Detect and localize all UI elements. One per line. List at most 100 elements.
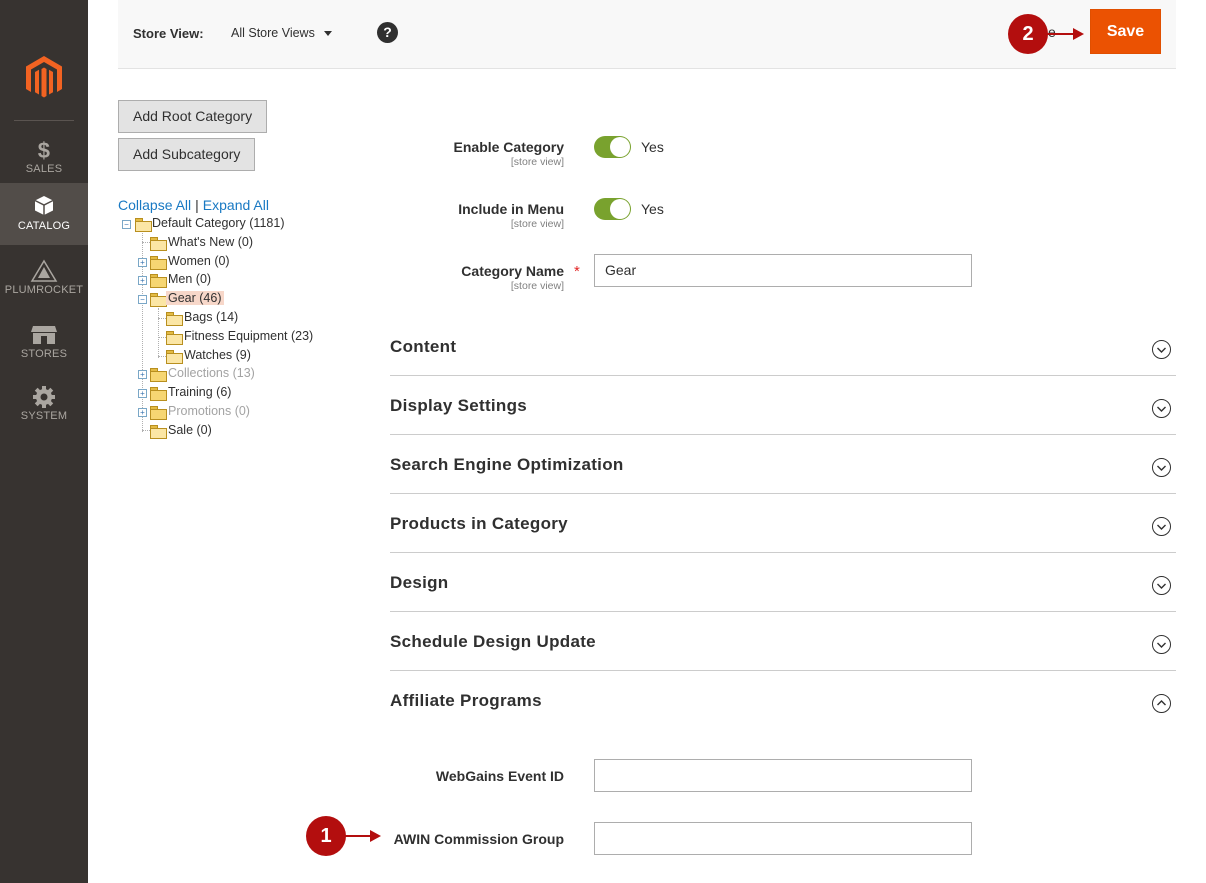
tree-item-label: Collections (13) [168, 366, 255, 380]
collapse-toggle-icon[interactable]: − [122, 220, 131, 229]
tree-item-label: Default Category (1181) [152, 216, 285, 230]
add-root-category-button[interactable]: Add Root Category [118, 100, 268, 133]
expand-toggle-icon[interactable]: + [138, 370, 147, 379]
admin-sidebar: $ SALES CATALOG PLUMROCKET STORES SYSTEM [0, 0, 88, 883]
tree-item-label: Training (6) [168, 385, 232, 399]
enable-category-toggle[interactable] [594, 136, 631, 158]
collapse-toggle-icon[interactable]: − [138, 295, 147, 304]
section-schedule-design-update[interactable]: Schedule Design Update [390, 612, 1176, 671]
tree-connector [158, 337, 166, 338]
sidebar-item-label: STORES [20, 348, 68, 360]
category-name-label: Category Name [461, 263, 564, 279]
section-products-in-category[interactable]: Products in Category [390, 494, 1176, 553]
sidebar-item-plumrocket[interactable]: PLUMROCKET [0, 247, 88, 309]
expand-all-link[interactable]: Expand All [203, 197, 269, 213]
section-design[interactable]: Design [390, 553, 1176, 612]
sidebar-item-catalog[interactable]: CATALOG [0, 183, 88, 245]
store-view-switcher[interactable]: All Store Views [231, 26, 315, 40]
scope-label: [store view] [510, 218, 564, 230]
expand-toggle-icon[interactable]: + [138, 258, 147, 267]
sidebar-item-system[interactable]: SYSTEM [0, 373, 88, 435]
scope-label: [store view] [510, 156, 564, 168]
webgains-event-id-input[interactable] [594, 759, 972, 792]
tree-item-label: Men (0) [168, 272, 212, 286]
section-title: Design [390, 573, 449, 592]
help-icon[interactable]: ? [377, 22, 398, 43]
chevron-down-icon[interactable] [1152, 340, 1171, 359]
folder-icon [150, 406, 167, 420]
callout-arrow-1 [345, 830, 381, 842]
plumrocket-icon [0, 257, 88, 283]
section-title: Schedule Design Update [390, 632, 596, 651]
expand-toggle-icon[interactable]: + [138, 276, 147, 285]
folder-icon [150, 274, 167, 288]
include-in-menu-toggle[interactable] [594, 198, 631, 220]
tree-item-label: What's New (0) [168, 235, 254, 249]
svg-text:$: $ [38, 138, 50, 162]
section-title: Search Engine Optimization [390, 455, 624, 474]
partially-hidden-text: e [1048, 24, 1056, 40]
tree-controls-separator: | [195, 197, 199, 213]
tree-connector [142, 242, 150, 243]
tree-item-label: Women (0) [168, 254, 230, 268]
chevron-down-icon[interactable] [1152, 517, 1171, 536]
section-seo[interactable]: Search Engine Optimization [390, 435, 1176, 494]
sidebar-item-stores[interactable]: STORES [0, 311, 88, 373]
folder-open-icon [166, 312, 183, 326]
folder-icon [150, 256, 167, 270]
tree-item-label: Fitness Equipment (23) [184, 329, 314, 343]
include-in-menu-value: Yes [641, 201, 664, 217]
tree-connector [158, 356, 166, 357]
sidebar-item-label: CATALOG [17, 220, 71, 232]
caret-down-icon[interactable] [324, 31, 332, 36]
folder-open-icon [135, 218, 152, 232]
toggle-knob [610, 199, 630, 219]
section-title: Content [390, 337, 457, 356]
collapse-all-link[interactable]: Collapse All [118, 197, 191, 213]
enable-category-value: Yes [641, 139, 664, 155]
tree-item-label: Gear (46) [166, 291, 224, 305]
sidebar-item-sales[interactable]: $ SALES [0, 126, 88, 188]
save-button[interactable]: Save [1090, 9, 1161, 54]
magento-logo[interactable] [0, 0, 88, 120]
magento-logo-icon [26, 56, 62, 98]
chevron-down-icon[interactable] [1152, 458, 1171, 477]
add-subcategory-button[interactable]: Add Subcategory [118, 138, 256, 171]
chevron-down-icon[interactable] [1152, 635, 1171, 654]
folder-open-icon [150, 293, 167, 307]
sidebar-item-label: SYSTEM [20, 410, 68, 422]
enable-category-label: Enable Category [453, 139, 564, 155]
store-icon [0, 321, 88, 347]
section-content[interactable]: Content [390, 317, 1176, 376]
awin-commission-group-input[interactable] [594, 822, 972, 855]
chevron-down-icon[interactable] [1152, 576, 1171, 595]
logo-divider [14, 120, 74, 121]
folder-open-icon [166, 350, 183, 364]
section-title: Affiliate Programs [390, 691, 542, 710]
folder-open-icon [166, 331, 183, 345]
folder-icon [150, 387, 167, 401]
folder-icon [150, 368, 167, 382]
gear-icon [0, 383, 88, 409]
tree-item-label: Promotions (0) [168, 404, 250, 418]
tree-item-label: Sale (0) [168, 423, 212, 437]
chevron-down-icon[interactable] [1152, 399, 1171, 418]
awin-commission-group-label: AWIN Commission Group [393, 831, 564, 847]
sidebar-item-label: SALES [25, 163, 63, 175]
expand-toggle-icon[interactable]: + [138, 389, 147, 398]
callout-marker-2: 2 [1008, 14, 1048, 54]
section-title: Display Settings [390, 396, 528, 415]
toggle-knob [610, 137, 630, 157]
tree-connector [142, 430, 150, 431]
include-in-menu-label: Include in Menu [458, 201, 564, 217]
section-affiliate-programs[interactable]: Affiliate Programs [390, 671, 1176, 730]
box-icon [0, 193, 88, 219]
webgains-event-id-label: WebGains Event ID [435, 768, 564, 784]
required-asterisk: * [574, 263, 580, 280]
chevron-up-icon[interactable] [1152, 694, 1171, 713]
section-title: Products in Category [390, 514, 568, 533]
expand-toggle-icon[interactable]: + [138, 408, 147, 417]
folder-open-icon [150, 425, 167, 439]
category-name-input[interactable]: Gear [594, 254, 972, 287]
section-display-settings[interactable]: Display Settings [390, 376, 1176, 435]
